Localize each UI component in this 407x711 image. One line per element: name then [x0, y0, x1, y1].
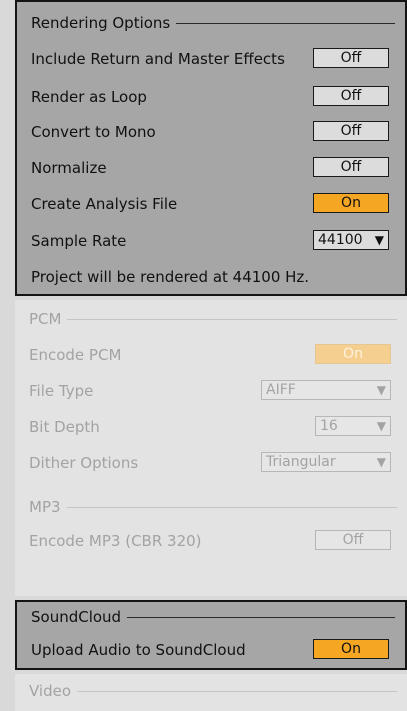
dither-options-row: Dither Options Triangular ▼	[29, 452, 393, 474]
video-panel: Video	[15, 674, 407, 711]
sample-rate-value: 44100	[318, 232, 363, 248]
bit-depth-select[interactable]: 16 ▼	[315, 416, 391, 436]
mp3-title: MP3	[29, 498, 61, 516]
normalize-row: Normalize Off	[31, 157, 391, 179]
section-divider	[127, 616, 395, 618]
rendering-options-header: Rendering Options	[31, 14, 395, 32]
section-divider	[77, 690, 397, 692]
encode-pcm-toggle[interactable]: On	[315, 344, 391, 364]
encode-mp3-row: Encode MP3 (CBR 320) Off	[29, 530, 393, 552]
section-divider	[176, 22, 395, 24]
normalize-toggle[interactable]: Off	[313, 157, 389, 177]
chevron-down-icon: ▼	[376, 455, 386, 469]
render-rate-note: Project will be rendered at 44100 Hz.	[31, 268, 310, 286]
soundcloud-panel: SoundCloud Upload Audio to SoundCloud On	[15, 600, 407, 670]
encode-mp3-label: Encode MP3 (CBR 320)	[29, 532, 202, 550]
convert-to-mono-row: Convert to Mono Off	[31, 121, 391, 143]
video-header: Video	[29, 682, 397, 700]
encode-pcm-row: Encode PCM On	[29, 344, 393, 366]
upload-soundcloud-toggle[interactable]: On	[313, 639, 389, 659]
chevron-down-icon: ▼	[376, 419, 386, 433]
rendering-options-title: Rendering Options	[31, 14, 171, 32]
pcm-header: PCM	[29, 310, 397, 328]
file-type-value: AIFF	[266, 382, 296, 398]
dither-options-value: Triangular	[266, 454, 336, 470]
bit-depth-label: Bit Depth	[29, 418, 100, 436]
file-type-row: File Type AIFF ▼	[29, 380, 393, 402]
include-effects-row: Include Return and Master Effects Off	[31, 48, 391, 70]
sample-rate-label: Sample Rate	[31, 232, 127, 250]
render-as-loop-toggle[interactable]: Off	[313, 86, 389, 106]
dither-options-select[interactable]: Triangular ▼	[261, 452, 391, 472]
encode-pcm-label: Encode PCM	[29, 346, 122, 364]
section-divider	[66, 506, 397, 508]
create-analysis-file-row: Create Analysis File On	[31, 193, 391, 215]
file-type-select[interactable]: AIFF ▼	[261, 380, 391, 400]
bit-depth-row: Bit Depth 16 ▼	[29, 416, 393, 438]
encode-mp3-toggle[interactable]: Off	[315, 530, 391, 550]
normalize-label: Normalize	[31, 159, 107, 177]
create-analysis-file-toggle[interactable]: On	[313, 193, 389, 213]
dither-options-label: Dither Options	[29, 454, 139, 472]
include-effects-toggle[interactable]: Off	[313, 48, 389, 68]
section-divider	[67, 318, 397, 320]
include-effects-label: Include Return and Master Effects	[31, 50, 285, 68]
convert-to-mono-toggle[interactable]: Off	[313, 121, 389, 141]
rendering-options-panel: Rendering Options Include Return and Mas…	[15, 0, 407, 296]
soundcloud-header: SoundCloud	[31, 608, 395, 626]
soundcloud-title: SoundCloud	[31, 608, 122, 626]
create-analysis-file-label: Create Analysis File	[31, 195, 178, 213]
chevron-down-icon: ▼	[376, 383, 386, 397]
convert-to-mono-label: Convert to Mono	[31, 123, 156, 141]
sample-rate-select[interactable]: 44100 ▼	[313, 230, 389, 250]
file-type-label: File Type	[29, 382, 94, 400]
chevron-down-icon: ▼	[374, 233, 384, 247]
pcm-title: PCM	[29, 310, 62, 328]
mp3-header: MP3	[29, 498, 397, 516]
sample-rate-row: Sample Rate 44100 ▼	[31, 230, 391, 252]
upload-soundcloud-label: Upload Audio to SoundCloud	[31, 641, 246, 659]
upload-soundcloud-row: Upload Audio to SoundCloud On	[31, 639, 391, 661]
video-title: Video	[29, 682, 72, 700]
encoding-options-panel: PCM Encode PCM On File Type AIFF ▼ Bit D…	[15, 300, 407, 596]
bit-depth-value: 16	[320, 418, 338, 434]
render-as-loop-row: Render as Loop Off	[31, 86, 391, 108]
render-as-loop-label: Render as Loop	[31, 88, 147, 106]
